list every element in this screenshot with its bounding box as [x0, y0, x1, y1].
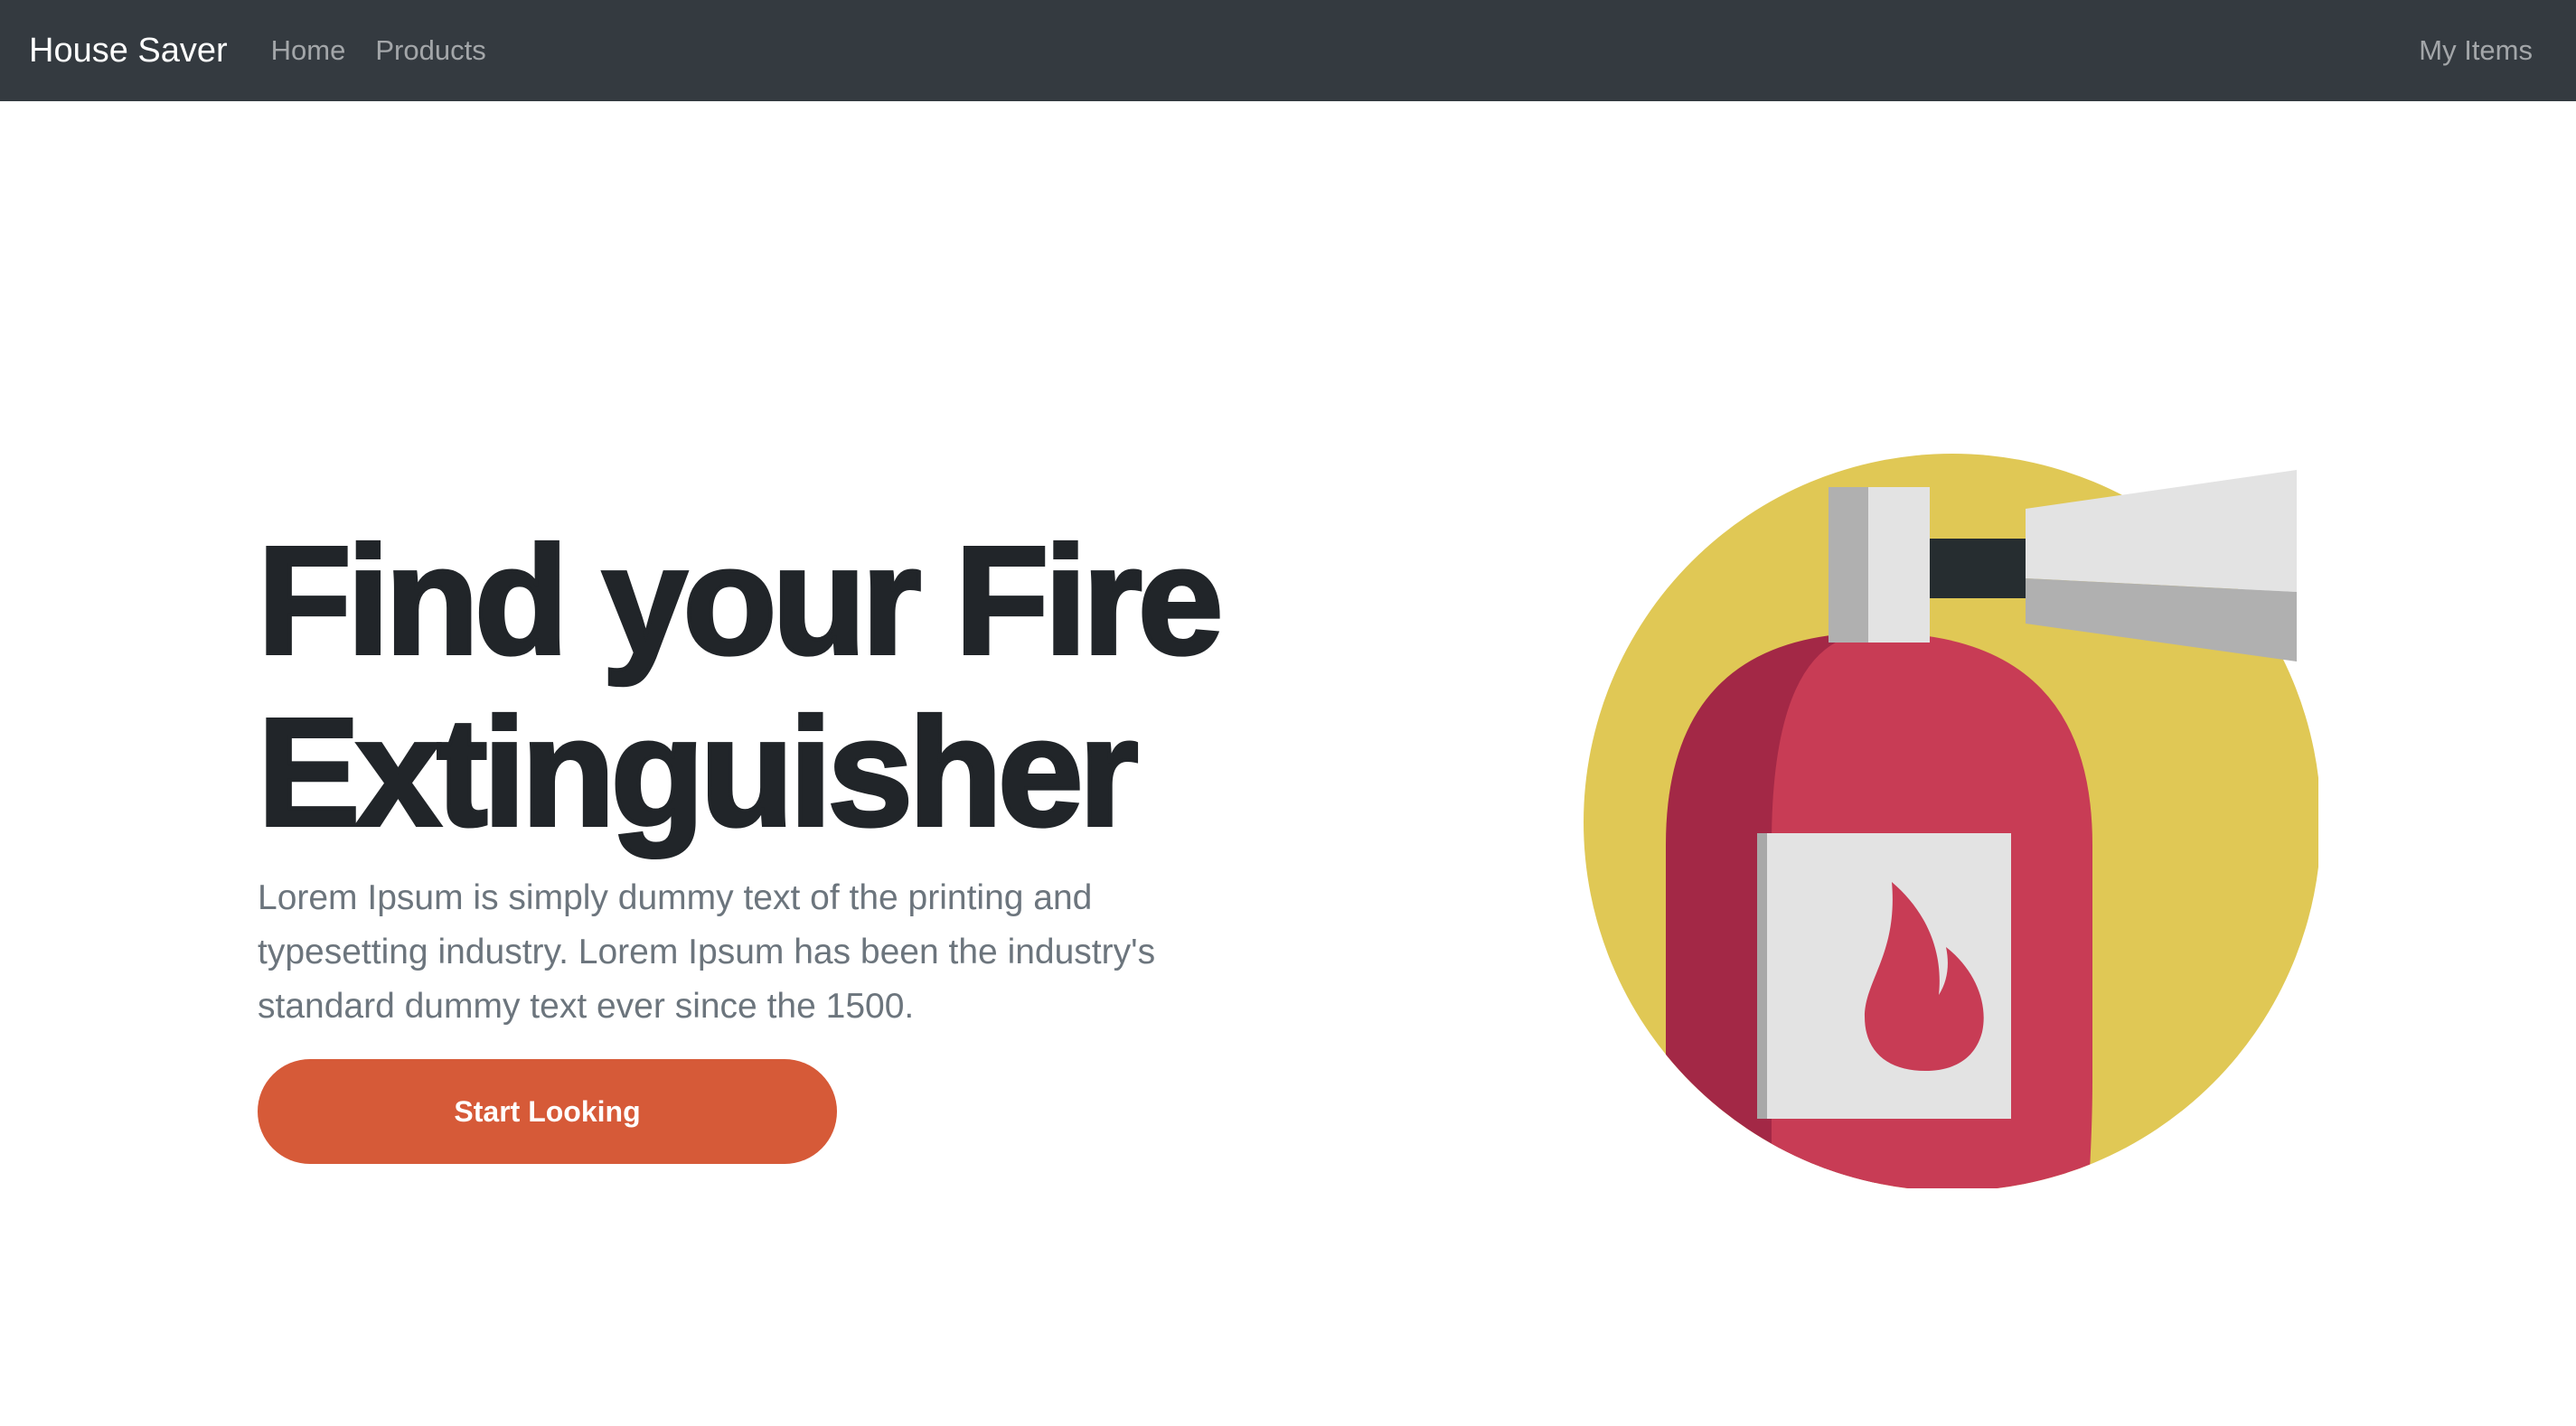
hero-description: Lorem Ipsum is simply dummy text of the …: [258, 878, 1156, 1026]
hero-title-line-2: Extinguisher: [256, 685, 1141, 860]
valve-neck-light: [1868, 487, 1930, 643]
brand-logo-link[interactable]: House Saver: [29, 32, 228, 70]
fire-extinguisher-icon: [1584, 454, 2321, 1191]
hero-title-line-1: Find your Fire: [256, 513, 1225, 689]
valve-neck-dark: [1829, 487, 1868, 643]
nav-link-home[interactable]: Home: [271, 34, 346, 67]
nav-link-my-items[interactable]: My Items: [2419, 34, 2533, 67]
nav-link-products[interactable]: Products: [375, 34, 485, 67]
top-navbar: House Saver Home Products My Items: [0, 0, 2576, 101]
hero-title: Find your Fire Extinguisher: [256, 513, 1342, 860]
hero-section: Find your Fire Extinguisher Lorem Ipsum …: [256, 513, 1342, 1034]
fire-extinguisher-illustration: [1577, 447, 2321, 1191]
start-looking-button[interactable]: Start Looking: [258, 1059, 837, 1164]
hose-connector: [1930, 539, 2026, 598]
